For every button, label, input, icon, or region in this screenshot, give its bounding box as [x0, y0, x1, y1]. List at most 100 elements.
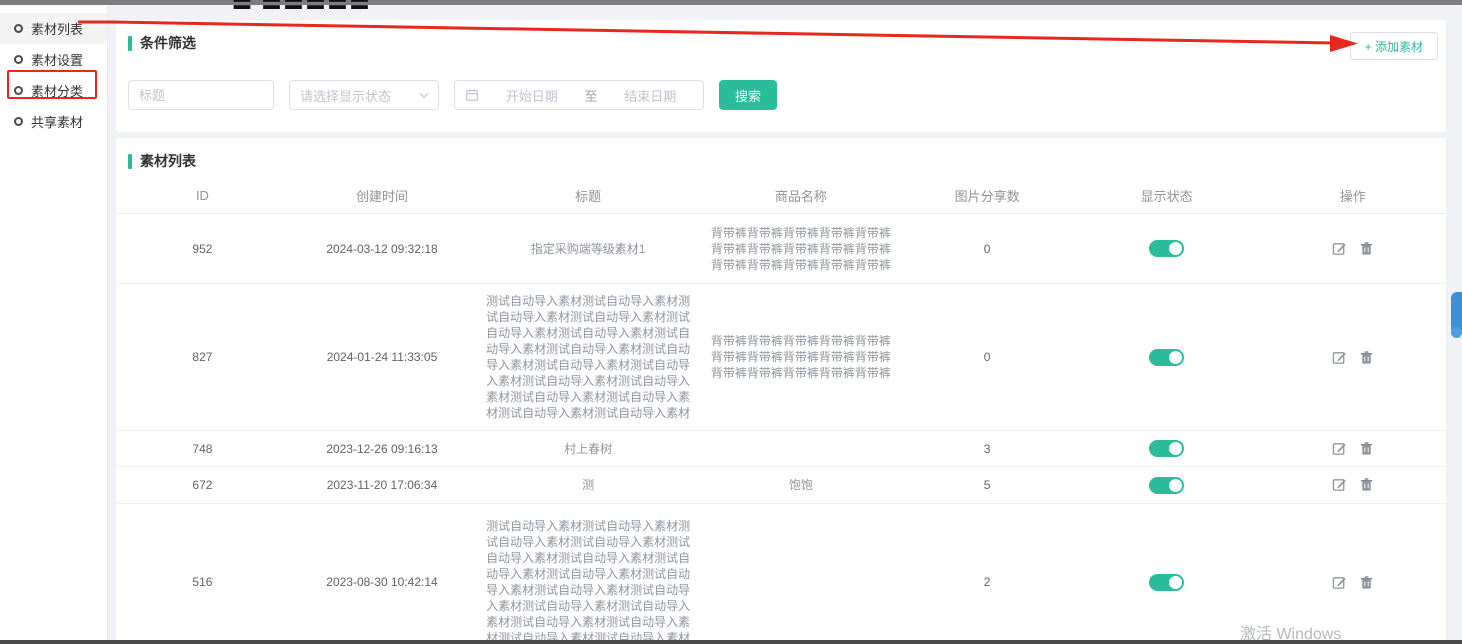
toggle-knob [1169, 479, 1182, 492]
material-list-card: 素材列表 ID 创建时间 标题 商品名称 图片分享数 显示状态 操作 952 2… [116, 138, 1446, 644]
cell-created: 2024-03-12 09:32:18 [289, 232, 475, 266]
status-toggle[interactable] [1149, 477, 1184, 494]
chevron-down-icon [418, 89, 430, 101]
clipped-page-header-fragment: 〓 〓〓〓〓〓 [232, 0, 402, 9]
delete-icon[interactable] [1359, 575, 1374, 590]
section-accent-bar [128, 36, 132, 51]
cell-ops [1260, 341, 1446, 374]
filter-controls: 请选择显示状态 开始日期 至 结束日期 搜索 [128, 80, 777, 110]
sidebar-item-label: 素材列表 [31, 19, 83, 38]
cell-status [1074, 467, 1260, 502]
delete-icon[interactable] [1359, 241, 1374, 256]
cell-product: 背带裤背带裤背带裤背带裤背带裤背带裤背带裤背带裤背带裤背带裤背带裤背带裤背带裤背… [701, 324, 901, 390]
status-select-placeholder: 请选择显示状态 [300, 86, 391, 105]
calendar-icon [465, 88, 479, 102]
cell-product: 背带裤背带裤背带裤背带裤背带裤背带裤背带裤背带裤背带裤背带裤背带裤背带裤背带裤背… [701, 216, 901, 282]
sidebar: 素材列表 素材设置 素材分类 共享素材 [0, 5, 108, 644]
cell-created: 2024-01-24 11:33:05 [289, 340, 475, 374]
delete-icon[interactable] [1359, 350, 1374, 365]
filter-section-header: 条件筛选 [116, 20, 1446, 53]
cell-status [1074, 339, 1260, 374]
cell-product: 饱饱 [701, 468, 901, 502]
filter-section-title: 条件筛选 [140, 33, 196, 53]
table-row: 748 2023-12-26 09:16:13 村上春树 3 [116, 431, 1446, 467]
status-toggle[interactable] [1149, 574, 1184, 591]
cell-id: 516 [116, 565, 289, 599]
table-section-header: 素材列表 [116, 138, 1446, 171]
cell-id: 748 [116, 432, 289, 466]
date-end-placeholder: 结束日期 [608, 86, 694, 105]
status-select[interactable]: 请选择显示状态 [289, 80, 439, 110]
cell-created: 2023-11-20 17:06:34 [289, 468, 475, 502]
title-input[interactable] [128, 80, 274, 110]
sidebar-item-shared-material[interactable]: 共享素材 [0, 106, 107, 137]
cell-created: 2023-08-30 10:42:14 [289, 565, 475, 599]
toggle-knob [1169, 442, 1182, 455]
delete-icon[interactable] [1359, 477, 1374, 492]
status-toggle[interactable] [1149, 440, 1184, 457]
date-range-picker[interactable]: 开始日期 至 结束日期 [454, 80, 704, 110]
cell-status [1074, 564, 1260, 599]
table-section-title: 素材列表 [140, 151, 196, 171]
cell-title: 测试自动导入素材测试自动导入素材测试自动导入素材测试自动导入素材测试自动导入素材… [475, 509, 701, 644]
col-header-title: 标题 [475, 186, 701, 205]
edit-icon[interactable] [1332, 575, 1347, 590]
table-header-row: ID 创建时间 标题 商品名称 图片分享数 显示状态 操作 [116, 178, 1446, 214]
toggle-knob [1169, 351, 1182, 364]
toggle-knob [1169, 242, 1182, 255]
status-toggle[interactable] [1149, 240, 1184, 257]
col-header-id: ID [116, 188, 289, 203]
delete-icon[interactable] [1359, 441, 1374, 456]
table-row: 827 2024-01-24 11:33:05 测试自动导入素材测试自动导入素材… [116, 284, 1446, 431]
cell-id: 952 [116, 232, 289, 266]
sidebar-item-material-category[interactable]: 素材分类 [0, 75, 107, 106]
cell-status [1074, 231, 1260, 266]
sidebar-item-material-settings[interactable]: 素材设置 [0, 44, 107, 75]
circle-icon [14, 24, 23, 33]
page: 〓 〓〓〓〓〓 素材列表 素材设置 素材分类 共享素材 条件筛选 请选择显示状态 [0, 0, 1462, 644]
cell-status [1074, 431, 1260, 466]
edit-icon[interactable] [1332, 477, 1347, 492]
material-table: ID 创建时间 标题 商品名称 图片分享数 显示状态 操作 952 2024-0… [116, 178, 1446, 644]
cell-ops [1260, 432, 1446, 465]
sidebar-item-label: 共享素材 [31, 112, 83, 131]
col-header-ops: 操作 [1260, 186, 1446, 205]
clipped-taskbar-edge [0, 640, 1462, 644]
edit-icon[interactable] [1332, 441, 1347, 456]
date-separator: 至 [585, 86, 598, 105]
clipped-browser-strip [0, 0, 1462, 5]
cell-shares: 0 [901, 232, 1074, 266]
sidebar-item-material-list[interactable]: 素材列表 [0, 13, 107, 44]
cell-ops [1260, 468, 1446, 501]
col-header-status: 显示状态 [1074, 186, 1260, 205]
cell-title: 测 [475, 468, 701, 502]
date-start-placeholder: 开始日期 [489, 86, 575, 105]
cell-shares: 0 [901, 340, 1074, 374]
sidebar-item-label: 素材设置 [31, 50, 83, 69]
cell-id: 672 [116, 468, 289, 502]
cell-title: 指定采购端等级素材1 [475, 232, 701, 266]
col-header-shares: 图片分享数 [901, 186, 1074, 205]
cell-ops [1260, 232, 1446, 265]
cell-shares: 3 [901, 432, 1074, 466]
cell-ops [1260, 566, 1446, 599]
table-row: 672 2023-11-20 17:06:34 测 饱饱 5 [116, 467, 1446, 503]
cell-id: 827 [116, 340, 289, 374]
clipped-floating-widget[interactable] [1451, 292, 1462, 334]
edit-icon[interactable] [1332, 350, 1347, 365]
cell-created: 2023-12-26 09:16:13 [289, 432, 475, 466]
cell-title: 测试自动导入素材测试自动导入素材测试自动导入素材测试自动导入素材测试自动导入素材… [475, 284, 701, 430]
status-toggle[interactable] [1149, 349, 1184, 366]
cell-shares: 2 [901, 565, 1074, 599]
cell-shares: 5 [901, 468, 1074, 502]
table-row: 952 2024-03-12 09:32:18 指定采购端等级素材1 背带裤背带… [116, 214, 1446, 284]
circle-icon [14, 86, 23, 95]
add-material-button[interactable]: + 添加素材 [1350, 32, 1438, 60]
circle-icon [14, 117, 23, 126]
filter-card: 条件筛选 请选择显示状态 开始日期 至 结束日期 搜 [116, 20, 1446, 132]
cell-product [701, 440, 901, 458]
search-button[interactable]: 搜索 [719, 80, 777, 110]
sidebar-item-label: 素材分类 [31, 81, 83, 100]
edit-icon[interactable] [1332, 241, 1347, 256]
col-header-product: 商品名称 [701, 186, 901, 205]
